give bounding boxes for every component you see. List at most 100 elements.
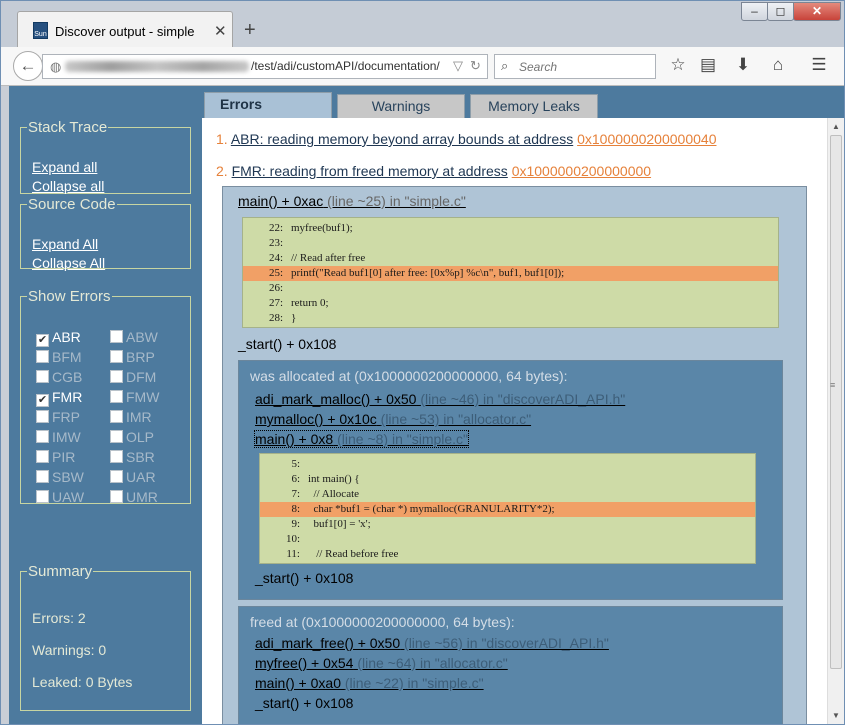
checkbox[interactable]: ✔ xyxy=(36,394,49,407)
allocation-source-block: 5: 6: int main() {7: // Allocate 8: char *b… xyxy=(259,453,756,564)
error-filter-bfm[interactable]: BFM xyxy=(36,349,82,365)
new-tab-icon[interactable]: + xyxy=(244,20,256,40)
checkbox[interactable] xyxy=(110,450,123,463)
frame-function: main() + 0xa0 xyxy=(255,675,341,691)
home-icon[interactable]: ⌂ xyxy=(766,55,790,75)
error-filter-uaw[interactable]: UAW xyxy=(36,489,84,505)
error-filter-fmw[interactable]: FMW xyxy=(110,389,159,405)
menu-icon[interactable]: ☰ xyxy=(807,55,831,75)
browser-tab[interactable]: Sun Discover output - simple ✕ xyxy=(17,11,233,47)
back-arrow-icon[interactable]: ← xyxy=(13,51,43,81)
frame-function: adi_mark_free() + 0x50 xyxy=(255,635,401,651)
error-filter-frp[interactable]: FRP xyxy=(36,409,80,425)
line-number: 6: xyxy=(291,473,300,485)
search-input[interactable] xyxy=(519,58,649,75)
tab-warnings[interactable]: Warnings xyxy=(337,94,465,119)
error-filter-pir[interactable]: PIR xyxy=(36,449,75,465)
error-number: 2. xyxy=(216,163,228,179)
checkbox[interactable] xyxy=(36,490,49,503)
error-filter-brp[interactable]: BRP xyxy=(110,349,155,365)
stack-frame-link[interactable]: main() + 0x8 (line ~8) in "simple.c" xyxy=(253,430,470,448)
search-box[interactable]: ⌕ xyxy=(494,54,656,79)
title-bar: Sun Discover output - simple ✕ + – ◻ ✕ xyxy=(1,1,844,47)
redacted-host xyxy=(65,61,249,72)
checkbox[interactable] xyxy=(110,370,123,383)
tab-memory-leaks[interactable]: Memory Leaks xyxy=(470,94,598,119)
error-filter-sbw[interactable]: SBW xyxy=(36,469,84,485)
error-filter-umr[interactable]: UMR xyxy=(110,489,158,505)
line-number: 22: xyxy=(268,222,283,234)
error-filter-imr[interactable]: IMR xyxy=(110,409,152,425)
tab-close-icon[interactable]: ✕ xyxy=(214,22,227,40)
minimize-icon[interactable]: – xyxy=(741,2,768,21)
scroll-down-icon[interactable]: ▼ xyxy=(832,711,840,720)
error-address[interactable]: 0x1000000200000000 xyxy=(512,163,651,179)
error-filter-abr[interactable]: ✔ ABR xyxy=(36,329,81,347)
expand-all-link[interactable]: Expand all xyxy=(32,159,97,175)
error-filter-fmr[interactable]: ✔ FMR xyxy=(36,389,82,407)
error-detail-panel: main() + 0xac (line ~25) in "simple.c" 2… xyxy=(222,186,807,724)
stack-frame-main[interactable]: main() + 0xac (line ~25) in "simple.c" xyxy=(238,193,466,209)
checkbox[interactable] xyxy=(110,430,123,443)
error-item-1[interactable]: 1. ABR: reading memory beyond array boun… xyxy=(216,131,716,147)
error-filter-uar[interactable]: UAR xyxy=(110,469,156,485)
checkbox[interactable] xyxy=(110,390,123,403)
checkbox[interactable] xyxy=(36,410,49,423)
checkbox[interactable] xyxy=(110,330,123,343)
error-filter-label: PIR xyxy=(52,449,76,465)
frame-location: (line ~8) in "simple.c" xyxy=(337,431,469,447)
code-line: 22: myfree(buf1); xyxy=(243,221,778,236)
code-text: // Allocate xyxy=(308,488,360,500)
vertical-scrollbar[interactable]: ▲ ≡ ▼ xyxy=(827,118,844,724)
stack-frame-link[interactable]: adi_mark_malloc() + 0x50 (line ~46) in "… xyxy=(255,391,625,407)
star-icon[interactable]: ☆ xyxy=(666,55,690,75)
stack-frame-link[interactable]: myfree() + 0x54 (line ~64) in "allocator… xyxy=(255,655,508,671)
navigation-bar: ← ◍ /test/adi/customAPI/documentation/ ▽… xyxy=(1,47,844,86)
address-bar[interactable]: ◍ /test/adi/customAPI/documentation/ ▽ ↻ xyxy=(42,54,488,79)
checkbox[interactable] xyxy=(36,430,49,443)
maximize-icon[interactable]: ◻ xyxy=(767,2,794,21)
collapse-all-source-link[interactable]: Collapse All xyxy=(32,255,105,271)
stack-frame-link[interactable]: main() + 0xa0 (line ~22) in "simple.c" xyxy=(255,675,484,691)
error-filter-olp[interactable]: OLP xyxy=(110,429,154,445)
error-filter-label: UAR xyxy=(126,469,156,485)
checkbox[interactable] xyxy=(36,470,49,483)
error-message[interactable]: ABR: reading memory beyond array bounds … xyxy=(231,131,573,147)
collapse-all-link[interactable]: Collapse all xyxy=(32,178,104,194)
error-filter-label: BFM xyxy=(52,349,82,365)
browser-window: Sun Discover output - simple ✕ + – ◻ ✕ ←… xyxy=(0,0,845,725)
checkbox[interactable] xyxy=(110,410,123,423)
error-filter-dfm[interactable]: DFM xyxy=(110,369,156,385)
error-filter-label: ABW xyxy=(126,329,158,345)
tab-title: Discover output - simple xyxy=(55,24,195,39)
reading-list-icon[interactable]: ▤ xyxy=(696,55,720,75)
checkbox[interactable]: ✔ xyxy=(36,334,49,347)
code-line: 8: char *buf1 = (char *) mymalloc(GRANUL… xyxy=(260,502,755,517)
reload-icon[interactable]: ↻ xyxy=(470,58,481,74)
stack-frame-link[interactable]: adi_mark_free() + 0x50 (line ~56) in "di… xyxy=(255,635,609,651)
expand-all-source-link[interactable]: Expand All xyxy=(32,236,98,252)
code-line: 23: xyxy=(243,236,778,251)
error-filter-imw[interactable]: IMW xyxy=(36,429,81,445)
source-code-group: Source Code Expand All Collapse All xyxy=(20,196,191,271)
dropdown-arrow-icon[interactable]: ▽ xyxy=(453,58,463,74)
tab-errors[interactable]: Errors xyxy=(204,92,332,119)
code-line: 26: xyxy=(243,281,778,296)
checkbox[interactable] xyxy=(110,350,123,363)
error-filter-abw[interactable]: ABW xyxy=(110,329,158,345)
stack-frame-link[interactable]: mymalloc() + 0x10c (line ~53) in "alloca… xyxy=(255,411,531,427)
close-window-icon[interactable]: ✕ xyxy=(793,2,841,21)
error-filter-cgb[interactable]: CGB xyxy=(36,369,82,385)
checkbox[interactable] xyxy=(36,370,49,383)
checkbox[interactable] xyxy=(36,350,49,363)
scroll-thumb[interactable] xyxy=(830,135,842,669)
checkbox[interactable] xyxy=(110,470,123,483)
checkbox[interactable] xyxy=(36,450,49,463)
error-message[interactable]: FMR: reading from freed memory at addres… xyxy=(232,163,508,179)
error-item-2[interactable]: 2. FMR: reading from freed memory at add… xyxy=(216,163,651,179)
error-filter-sbr[interactable]: SBR xyxy=(110,449,155,465)
download-icon[interactable]: ⬇ xyxy=(731,55,755,75)
checkbox[interactable] xyxy=(110,490,123,503)
scroll-up-icon[interactable]: ▲ xyxy=(832,122,840,131)
error-address[interactable]: 0x1000000200000040 xyxy=(577,131,716,147)
